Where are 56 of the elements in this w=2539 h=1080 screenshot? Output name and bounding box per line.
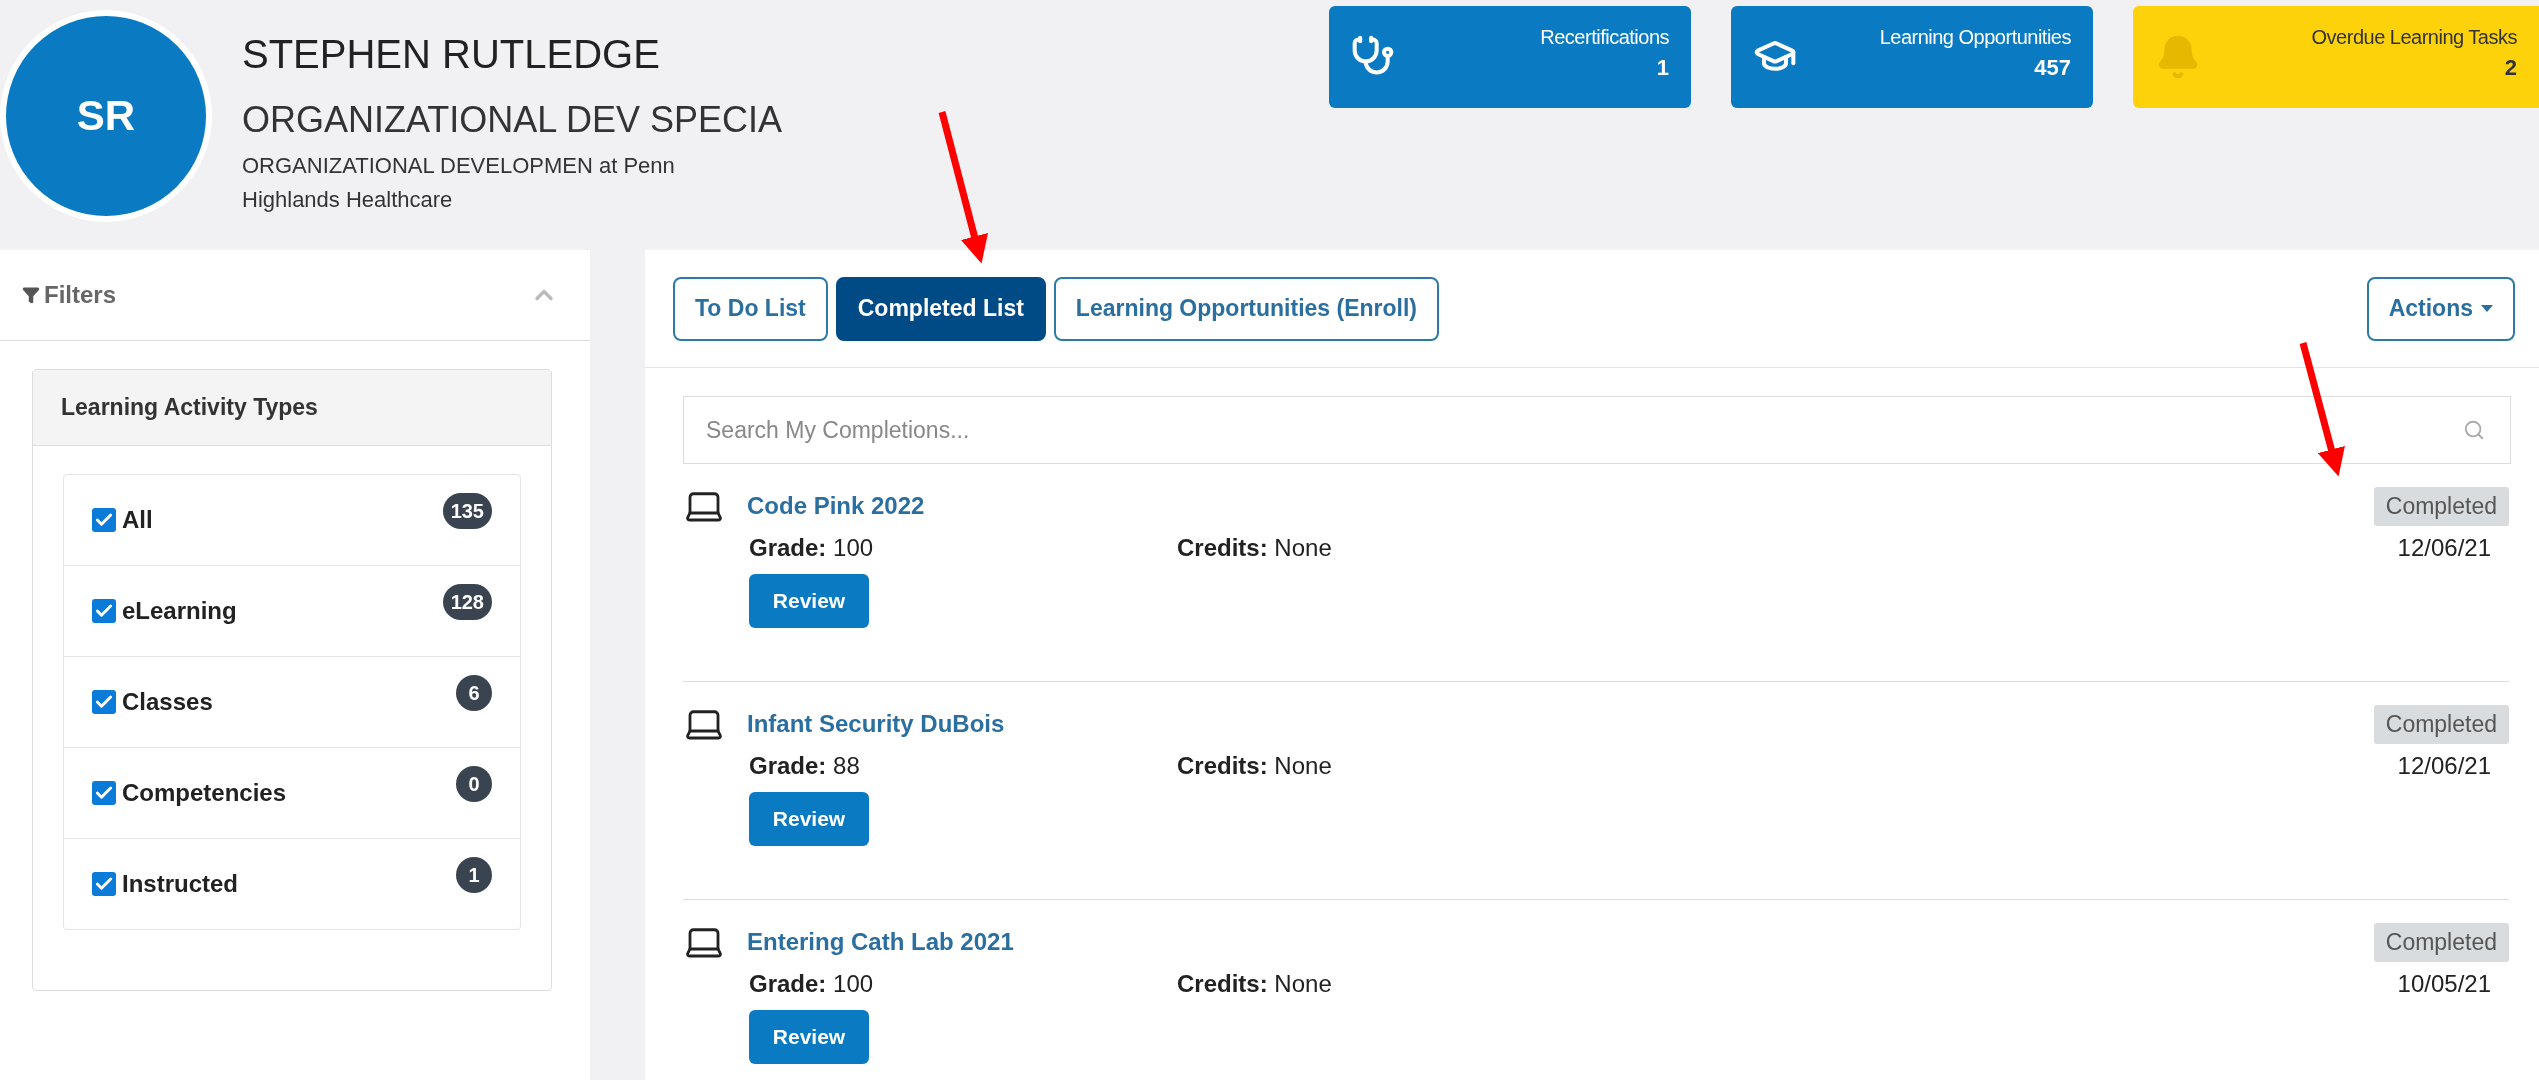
count-badge: 6 [456, 675, 492, 711]
stat-card[interactable]: Overdue Learning Tasks 2 [2133, 6, 2539, 108]
status-badge: Completed [2373, 486, 2509, 526]
tab[interactable]: To Do List [673, 276, 828, 341]
checkbox[interactable] [92, 508, 116, 532]
count-badge: 135 [442, 493, 492, 529]
credits-text: Credits: None [1177, 752, 1332, 780]
checkbox[interactable] [92, 872, 116, 896]
checkbox[interactable] [92, 781, 116, 805]
organization-text: ORGANIZATIONAL DEVELOPMEN at Penn Highlands Healthcare [242, 152, 676, 214]
grade-text: Grade: 88 [749, 752, 861, 780]
filter-label: Competencies [122, 779, 287, 807]
course-title-link[interactable]: Infant Security DuBois [747, 710, 1005, 738]
stat-label: Learning Opportunities [1879, 26, 2071, 49]
filter-label: eLearning [122, 597, 237, 625]
completion-date: 10/05/21 [2397, 970, 2492, 998]
tab[interactable]: Completed List [835, 276, 1046, 341]
filter-label: All [122, 506, 153, 534]
stat-label: Overdue Learning Tasks [2311, 26, 2517, 49]
actions-button[interactable]: Actions [2366, 276, 2515, 341]
course-title-link[interactable]: Code Pink 2022 [747, 492, 925, 520]
review-button[interactable]: Review [749, 574, 869, 628]
avatar: SR [0, 10, 212, 222]
checkbox[interactable] [92, 690, 116, 714]
search-field[interactable]: Search My Completions... [683, 396, 2511, 464]
count-badge: 0 [456, 766, 492, 802]
stat-count: 2 [2504, 55, 2517, 81]
panel-heading: Learning Activity Types [33, 370, 551, 446]
stat-count: 1 [1656, 55, 1669, 81]
filters-title: Filters [44, 281, 117, 309]
search-icon [2463, 419, 2485, 441]
stat-count: 457 [2034, 55, 2071, 81]
count-badge: 128 [442, 584, 492, 620]
job-title: ORGANIZATIONAL DEV SPECIA [242, 99, 784, 141]
count-badge: 1 [456, 857, 492, 893]
status-badge: Completed [2373, 704, 2509, 744]
stat-card[interactable]: Learning Opportunities 457 [1731, 6, 2093, 108]
filter-label: Instructed [122, 870, 238, 898]
user-name: STEPHEN RUTLEDGE [242, 32, 661, 77]
checkbox[interactable] [92, 599, 116, 623]
credits-text: Credits: None [1177, 970, 1332, 998]
tab[interactable]: Learning Opportunities (Enroll) [1053, 276, 1440, 341]
course-title-link[interactable]: Entering Cath Lab 2021 [747, 928, 1014, 956]
grade-text: Grade: 100 [749, 970, 875, 998]
completion-date: 12/06/21 [2397, 534, 2492, 562]
stat-label: Recertifications [1540, 26, 1669, 49]
stethoscope-icon [1351, 34, 1395, 78]
grade-text: Grade: 100 [749, 534, 875, 562]
credits-text: Credits: None [1177, 534, 1332, 562]
filter-icon [22, 286, 40, 304]
stat-card[interactable]: Recertifications 1 [1329, 6, 1691, 108]
status-badge: Completed [2373, 922, 2509, 962]
review-button[interactable]: Review [749, 1010, 869, 1064]
completion-date: 12/06/21 [2397, 752, 2492, 780]
review-button[interactable]: Review [749, 792, 869, 846]
filter-label: Classes [122, 688, 213, 716]
